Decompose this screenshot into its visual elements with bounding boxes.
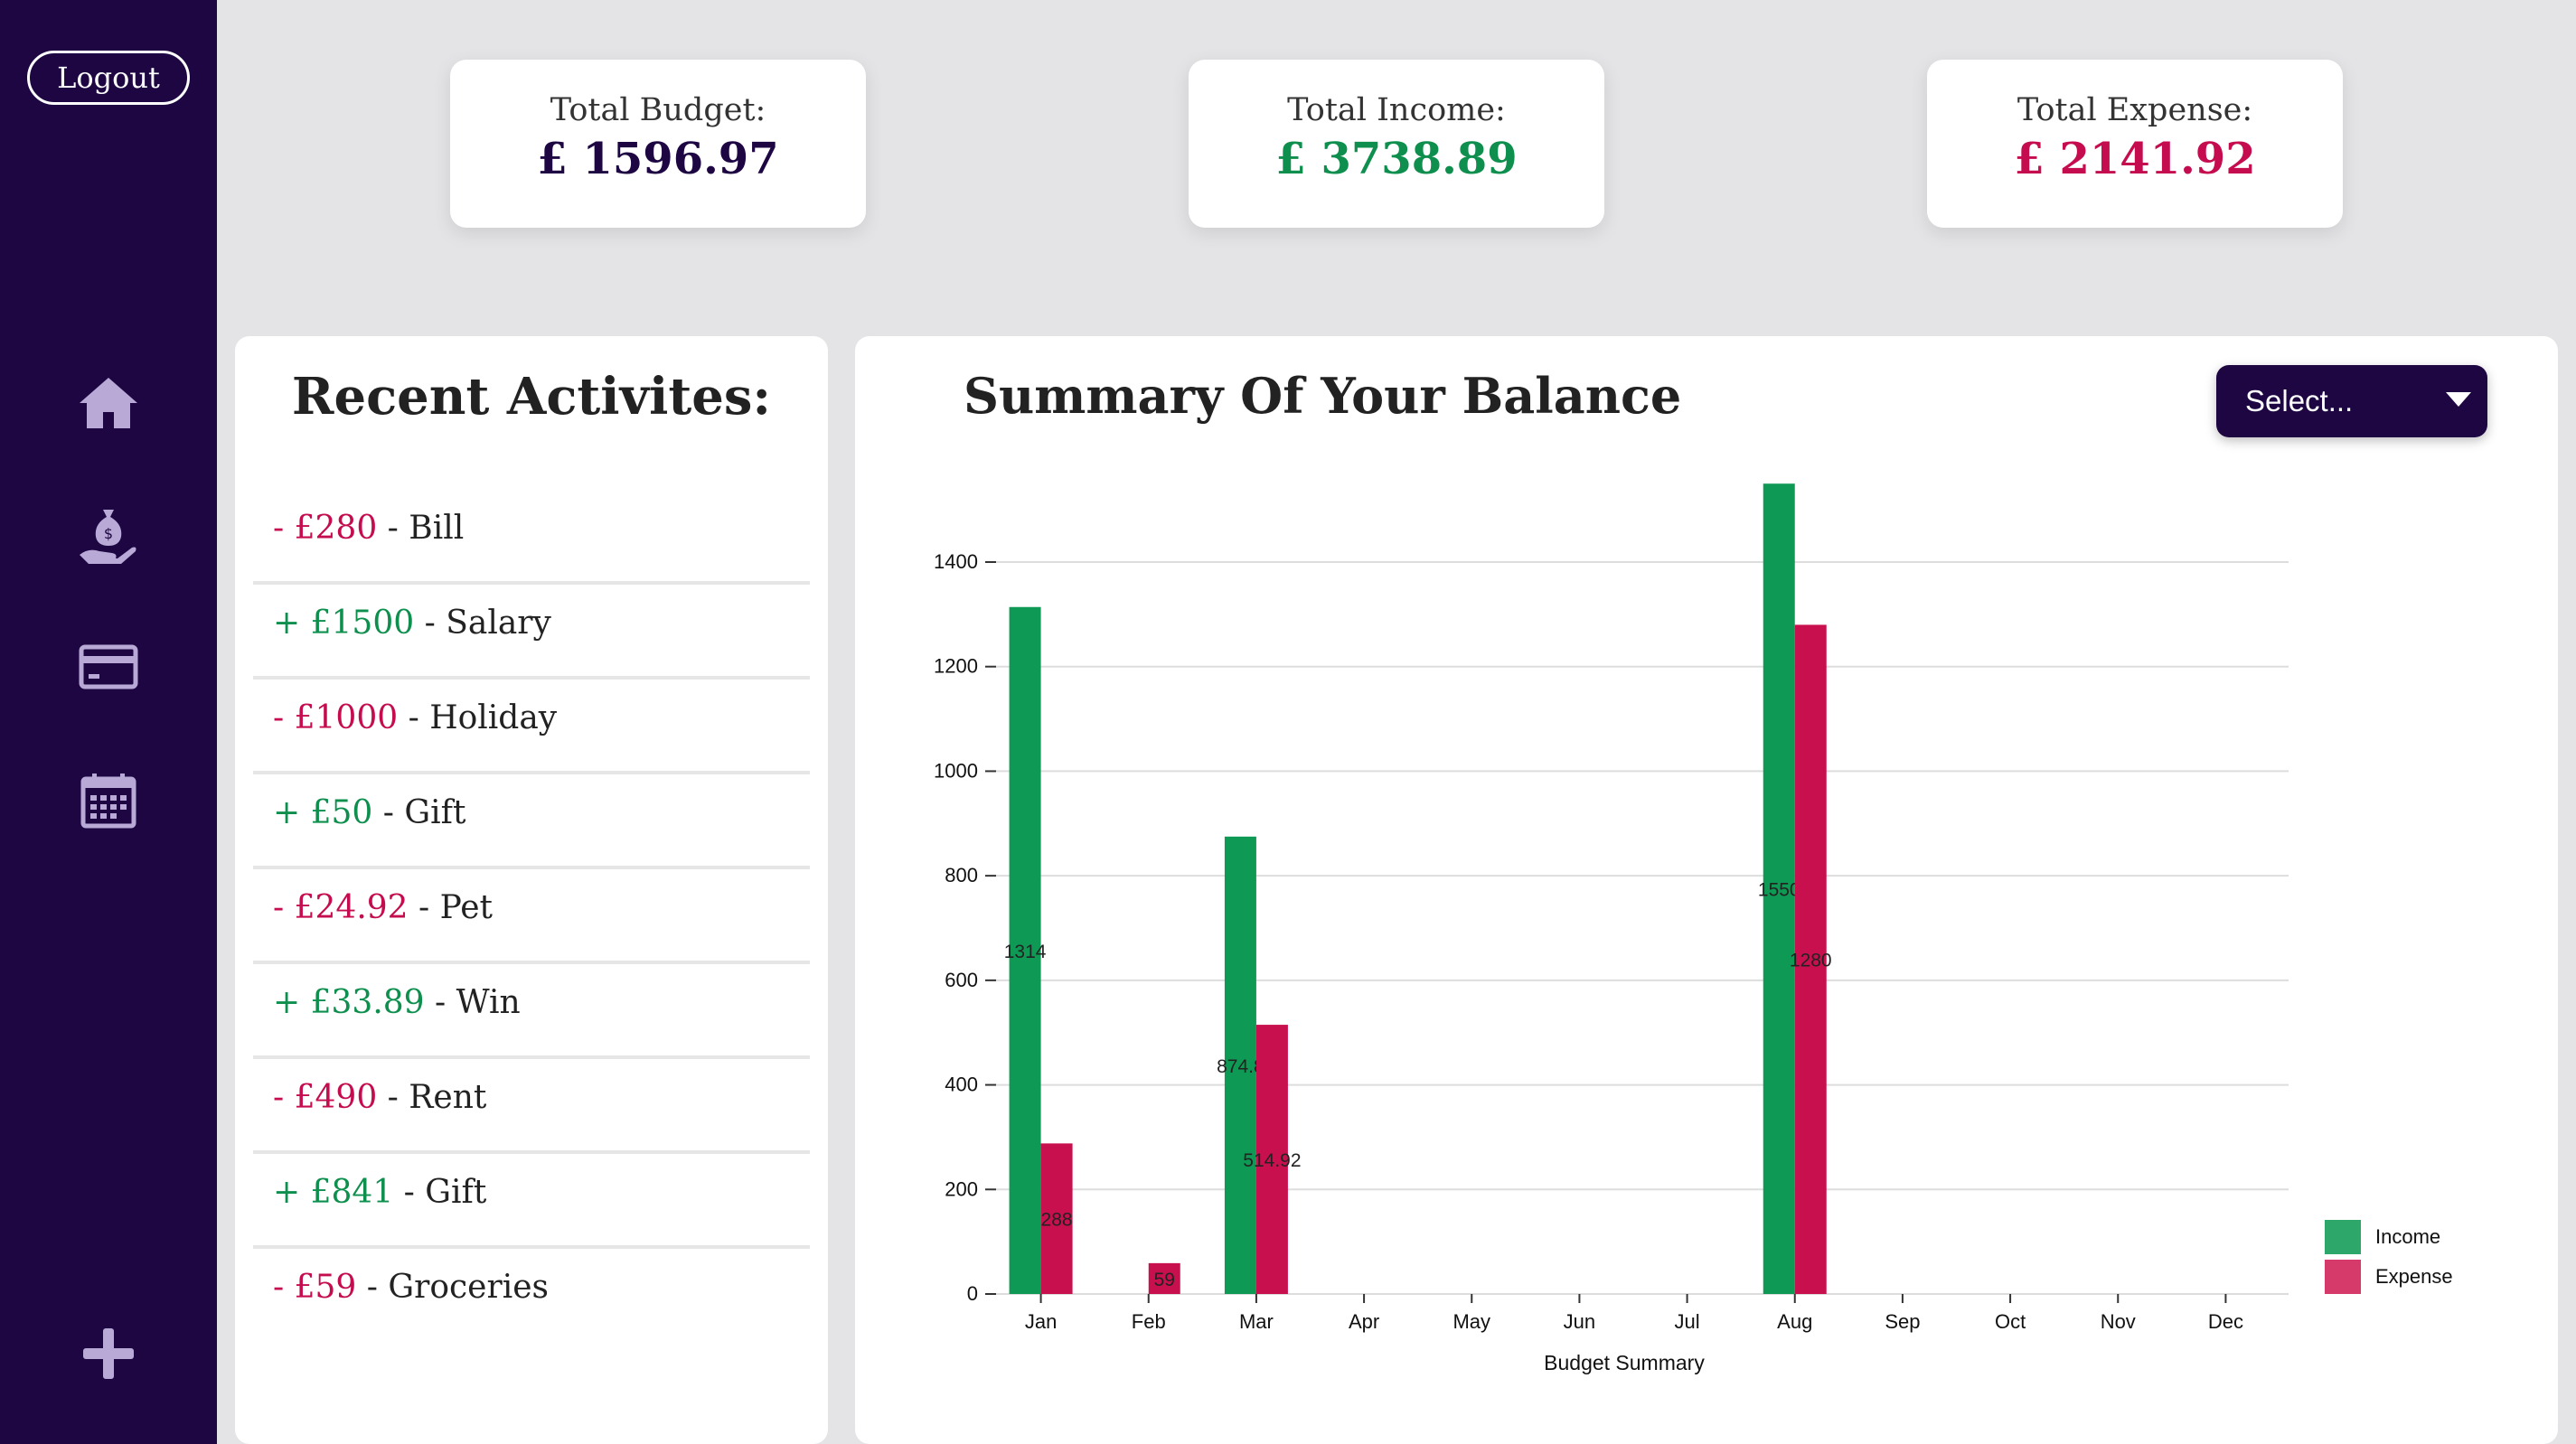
activity-list: - £280 - Bill + £1500 - Salary - £1000 -… — [253, 490, 810, 1344]
activity-desc: - Rent — [377, 1079, 487, 1116]
balance-summary-panel: 0 200 400 600 800 1000 1200 1400 Jan 1314 288 Feb 59… — [855, 336, 2558, 1444]
x-tick-label: Feb — [1132, 1310, 1166, 1333]
total-expense-label: Total Expense: — [2017, 92, 2253, 128]
x-axis-label: Budget Summary — [1544, 1351, 1705, 1374]
activity-desc: - Salary — [414, 605, 551, 642]
x-tick-label: Oct — [1995, 1310, 2026, 1333]
activity-desc: - Holiday — [398, 699, 558, 736]
home-icon[interactable] — [76, 369, 141, 434]
activity-item[interactable]: + £33.89 - Win — [253, 964, 810, 1059]
activity-item[interactable]: + £50 - Gift — [253, 774, 810, 869]
svg-text:$: $ — [104, 525, 113, 542]
activity-amount: + £33.89 — [273, 984, 425, 1021]
activity-amount: + £50 — [273, 794, 373, 831]
y-tick-label: 600 — [945, 969, 978, 991]
x-tick-label: Jun — [1564, 1310, 1595, 1333]
legend-expense-label: Expense — [2375, 1265, 2453, 1288]
activity-amount: + £1500 — [273, 605, 415, 642]
activity-item[interactable]: + £1500 - Salary — [253, 585, 810, 680]
bar-value-label: 1314 — [1004, 942, 1047, 962]
bar-value-label: 59 — [1154, 1270, 1175, 1290]
y-tick-label: 200 — [945, 1177, 978, 1200]
activity-amount: - £59 — [273, 1269, 357, 1306]
y-tick-label: 1400 — [934, 550, 978, 573]
activity-desc: - Gift — [393, 1174, 487, 1211]
x-tick-label: Jan — [1025, 1310, 1057, 1333]
activity-desc: - Pet — [408, 889, 494, 926]
activity-desc: - Groceries — [356, 1269, 549, 1306]
credit-card-icon[interactable] — [76, 634, 141, 699]
summary-title: Summary Of Your Balance — [964, 367, 1682, 425]
legend-income-label: Income — [2375, 1225, 2440, 1248]
x-tick-label: Dec — [2208, 1310, 2243, 1333]
legend-income-swatch — [2325, 1220, 2361, 1254]
x-tick-label: Nov — [2101, 1310, 2136, 1333]
activity-amount: + £841 — [273, 1174, 394, 1211]
money-bag-hand-icon[interactable]: $ — [76, 502, 141, 567]
activity-item[interactable]: - £490 - Rent — [253, 1059, 810, 1154]
y-tick-label: 1200 — [934, 655, 978, 678]
select-label: Select... — [2245, 384, 2354, 417]
y-tick-label: 1000 — [934, 759, 978, 782]
total-budget-card: Total Budget: £ 1596.97 — [450, 60, 866, 228]
y-tick-label: 800 — [945, 864, 978, 886]
bar-value-label: 514.92 — [1243, 1150, 1301, 1171]
calendar-icon[interactable] — [76, 768, 141, 833]
y-tick-label: 0 — [967, 1282, 978, 1305]
x-tick-label: Aug — [1777, 1310, 1812, 1333]
activity-amount: - £280 — [273, 510, 378, 547]
x-tick-label: Mar — [1239, 1310, 1274, 1333]
total-expense-card: Total Expense: £ 2141.92 — [1927, 60, 2343, 228]
x-tick-label: Jul — [1675, 1310, 1700, 1333]
total-income-value: £ 3738.89 — [1275, 134, 1518, 184]
recent-activities-panel: Recent Activites: - £280 - Bill + £1500 … — [235, 336, 828, 1444]
total-income-card: Total Income: £ 3738.89 — [1189, 60, 1604, 228]
activity-item[interactable]: - £59 - Groceries — [253, 1249, 810, 1344]
x-tick-label: Sep — [1885, 1310, 1920, 1333]
activity-amount: - £24.92 — [273, 889, 409, 926]
bar-value-label: 1550 — [1758, 880, 1800, 901]
recent-activities-title: Recent Activites: — [291, 367, 772, 427]
total-expense-value: £ 2141.92 — [2014, 134, 2256, 184]
activity-desc: - Gift — [372, 794, 466, 831]
activity-desc: - Bill — [377, 510, 465, 547]
bar-value-label: 1280 — [1790, 951, 1832, 971]
x-tick-label: May — [1453, 1310, 1490, 1333]
balance-bar-chart: 0 200 400 600 800 1000 1200 1400 Jan 1314 288 Feb 59… — [934, 483, 2453, 1374]
total-budget-label: Total Budget: — [550, 92, 766, 128]
y-tick-label: 400 — [945, 1074, 978, 1096]
period-select[interactable]: Select... — [2216, 365, 2487, 437]
activity-item[interactable]: - £1000 - Holiday — [253, 680, 810, 774]
sidebar: Logout $ — [0, 0, 217, 1444]
activity-item[interactable]: + £841 - Gift — [253, 1154, 810, 1249]
activity-desc: - Win — [424, 984, 521, 1021]
activity-item[interactable]: - £24.92 - Pet — [253, 869, 810, 964]
activity-amount: - £1000 — [273, 699, 399, 736]
bar-value-label: 288 — [1041, 1210, 1073, 1231]
total-income-label: Total Income: — [1287, 92, 1506, 128]
chevron-down-icon — [2446, 392, 2471, 407]
activity-item[interactable]: - £280 - Bill — [253, 490, 810, 585]
total-budget-value: £ 1596.97 — [537, 134, 779, 184]
logout-button[interactable]: Logout — [27, 51, 190, 105]
x-tick-label: Apr — [1349, 1310, 1379, 1333]
plus-icon[interactable] — [76, 1321, 141, 1386]
activity-amount: - £490 — [273, 1079, 378, 1116]
legend-expense-swatch — [2325, 1260, 2361, 1294]
